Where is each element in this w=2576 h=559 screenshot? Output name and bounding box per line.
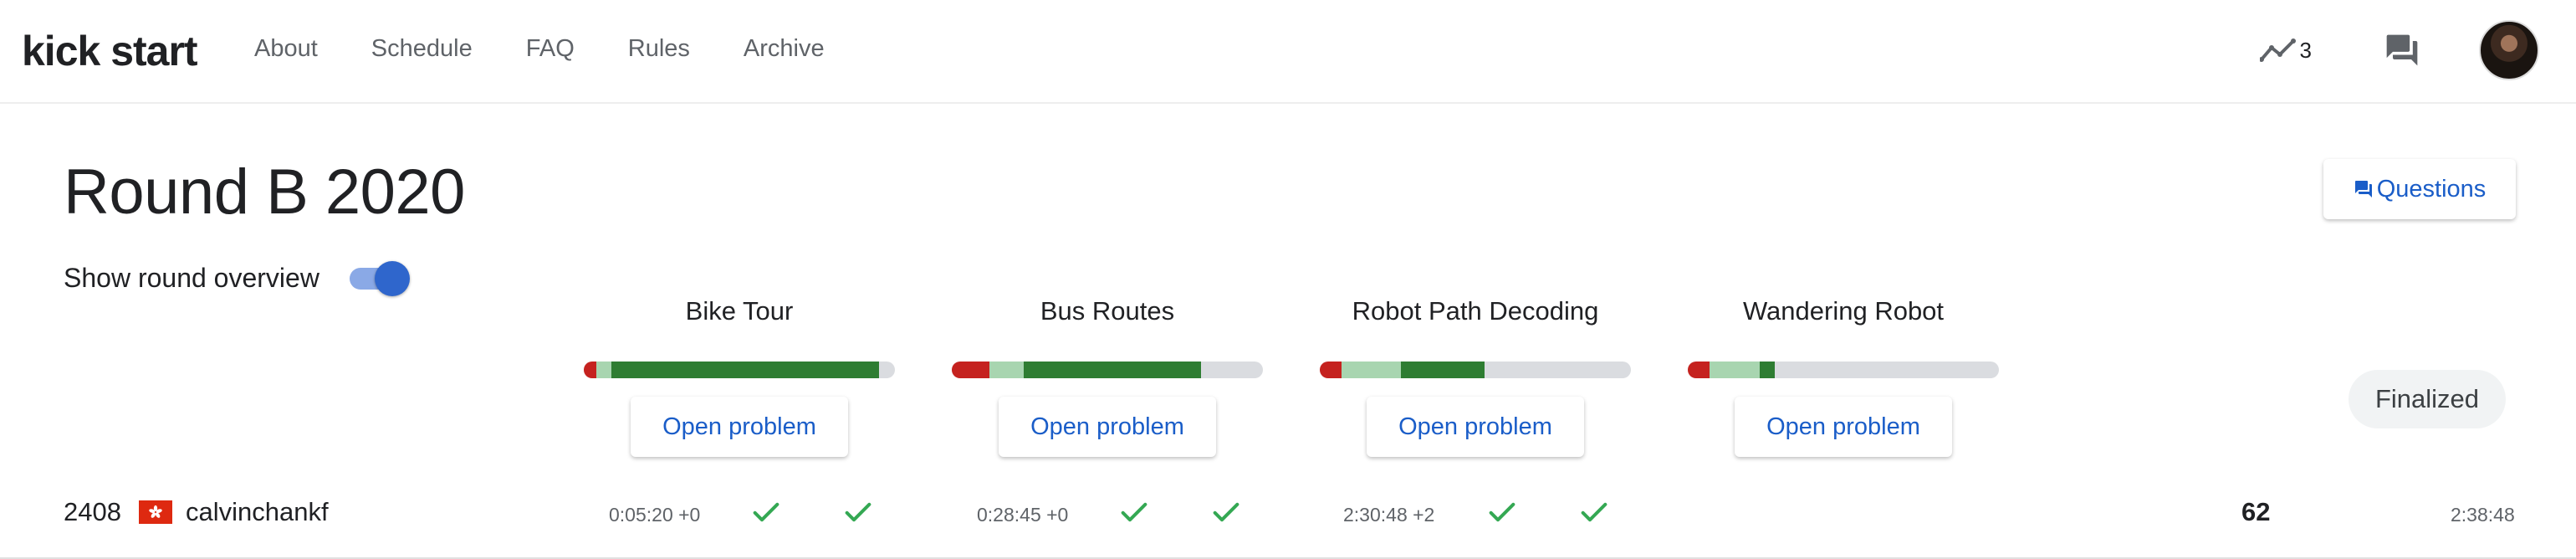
result-time: 0:28:45 +0 (977, 504, 1069, 526)
check-icon (845, 502, 871, 522)
problem-bus-routes: Bus Routes Open problem (952, 296, 1263, 457)
top-bar: kick start About Schedule FAQ Rules Arch… (0, 0, 2576, 104)
overview-label: Show round overview (64, 262, 319, 293)
rank: 2408 (64, 497, 121, 526)
attempts-bar (952, 362, 1263, 378)
open-problem-button[interactable]: Open problem (999, 397, 1216, 457)
page-title: Round B 2020 (64, 156, 465, 228)
trend-count: 3 (2299, 37, 2312, 63)
check-icon (1489, 502, 1515, 522)
bar-incorrect (1688, 362, 1710, 378)
nav-schedule[interactable]: Schedule (371, 35, 473, 63)
username[interactable]: calvinchankf (186, 497, 329, 527)
overview-toggle[interactable] (349, 259, 410, 296)
header-actions: 3 (2259, 20, 2539, 80)
flower-icon (149, 505, 162, 518)
trending-up-icon (2259, 38, 2296, 62)
table-row[interactable]: 2408 calvinchankf 0:05:20 +0 0:28:45 +0 … (0, 480, 2576, 559)
total-penalty-time: 2:38:48 (2451, 504, 2515, 526)
avatar[interactable] (2479, 20, 2539, 80)
logo[interactable]: kick start (22, 27, 198, 75)
bar-full (1400, 362, 1485, 378)
bar-incorrect (584, 362, 596, 378)
bar-full (1023, 362, 1201, 378)
attempts-bar (1688, 362, 1999, 378)
problem-wandering-robot: Wandering Robot Open problem (1688, 296, 1999, 457)
nav-about[interactable]: About (254, 35, 318, 63)
check-icon (1213, 502, 1239, 522)
main-nav: About Schedule FAQ Rules Archive (254, 35, 825, 63)
flag-icon (139, 500, 172, 524)
problem-title: Bus Routes (1040, 296, 1175, 326)
bar-incorrect (952, 362, 989, 378)
open-problem-button[interactable]: Open problem (1735, 397, 1952, 457)
forum-icon (2354, 181, 2372, 197)
bar-small (1710, 362, 1760, 378)
toggle-knob (374, 261, 410, 296)
total-score: 62 (2241, 497, 2271, 526)
nav-archive[interactable]: Archive (744, 35, 825, 63)
round-overview: Show round overview (64, 259, 410, 296)
nav-faq[interactable]: FAQ (526, 35, 575, 63)
check-icon (1121, 502, 1147, 522)
problem-title: Robot Path Decoding (1352, 296, 1599, 326)
problem-title: Wandering Robot (1742, 296, 1945, 326)
bar-full (1759, 362, 1776, 378)
questions-button[interactable]: Questions (2323, 159, 2516, 219)
bar-small (1342, 362, 1401, 378)
attempts-bar (1320, 362, 1631, 378)
problem-title: Bike Tour (685, 296, 794, 326)
bar-small (989, 362, 1024, 378)
result-time: 0:05:20 +0 (609, 504, 701, 526)
result-time: 2:30:48 +2 (1343, 504, 1435, 526)
attempts-bar (584, 362, 895, 378)
nav-rules[interactable]: Rules (628, 35, 690, 63)
questions-label: Questions (2376, 175, 2487, 203)
open-problem-button[interactable]: Open problem (1367, 397, 1584, 457)
bar-incorrect (1320, 362, 1342, 378)
forum-icon[interactable] (2384, 32, 2420, 69)
open-problem-button[interactable]: Open problem (631, 397, 848, 457)
check-icon (1581, 502, 1607, 522)
bar-full (611, 362, 880, 378)
bar-small (595, 362, 612, 378)
check-icon (753, 502, 779, 522)
problem-robot-path-decoding: Robot Path Decoding Open problem (1320, 296, 1631, 457)
problem-bike-tour: Bike Tour Open problem (584, 296, 895, 457)
status-badge: Finalized (2349, 370, 2506, 428)
trend-button[interactable]: 3 (2259, 37, 2312, 64)
